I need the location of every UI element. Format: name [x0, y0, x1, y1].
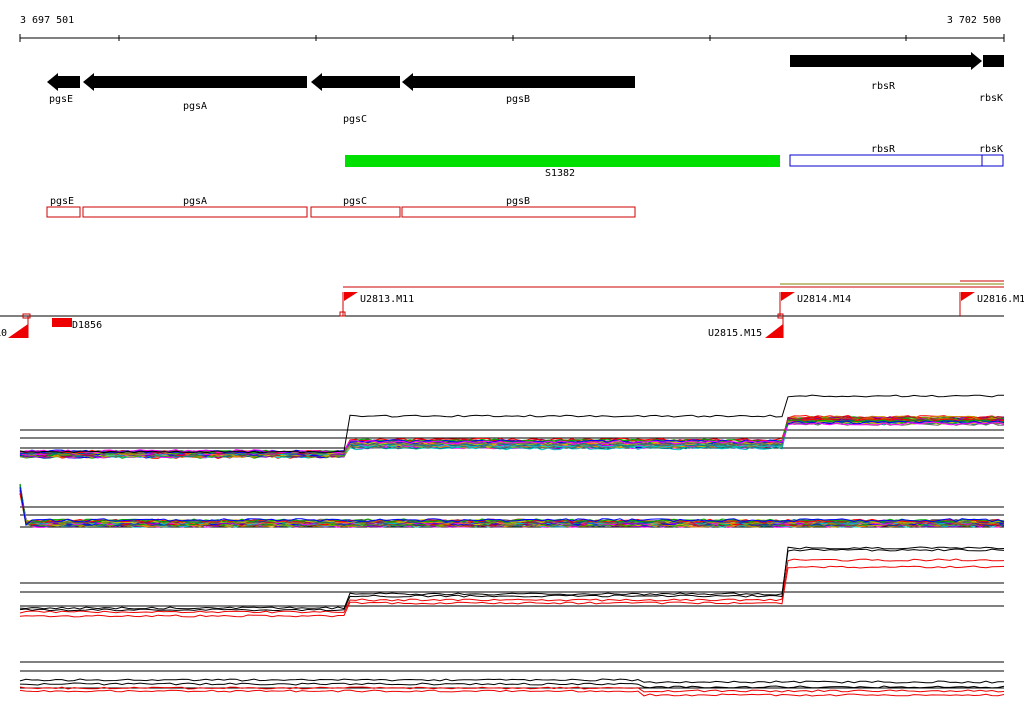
gene-label-pgsE: pgsE [49, 94, 73, 105]
coordinate-ruler: 3 697 501 3 702 500 [19, 15, 1005, 42]
expression-profile-track-3 [19, 546, 1005, 618]
profile-line [19, 546, 1005, 612]
expression-profile-track-4 [19, 661, 1005, 697]
marker-flag-u2813[interactable] [339, 292, 358, 317]
blue-box-rbsR[interactable] [789, 154, 983, 167]
profile-line [19, 486, 1005, 523]
gene-label-rbsR: rbsR [871, 81, 896, 92]
profile-line [19, 492, 1005, 524]
profile-line [19, 678, 1005, 684]
expression-profile-track-2 [19, 483, 1005, 529]
profile-line [19, 483, 1005, 526]
gene-label-pgsB: pgsB [506, 94, 530, 105]
gene-label-pgsC: pgsC [343, 114, 367, 125]
feature-bar-s1382[interactable] [345, 155, 780, 167]
ruler-end-label: 3 702 500 [947, 15, 1001, 26]
red-track: pgsE pgsA pgsC pgsB [46, 196, 636, 218]
gene-arrow-rbsR[interactable] [790, 52, 982, 70]
gene-label-rbsK: rbsK [979, 93, 1003, 104]
marker-flag-d1856[interactable] [52, 318, 72, 327]
profile-line [19, 492, 1005, 525]
marker-flag-l0[interactable] [8, 313, 31, 338]
gene-arrow-pgsC[interactable] [311, 73, 400, 91]
profile-line [19, 565, 1005, 618]
gene-arrow-pgsB[interactable] [402, 73, 635, 91]
blue-box-rbsK[interactable] [981, 154, 1004, 167]
profile-line [19, 689, 1005, 697]
profile-line [19, 483, 1005, 525]
gene-arrow-rbsK[interactable] [983, 55, 1004, 67]
red-label-pgsE: pgsE [50, 196, 74, 207]
feature-track: S1382 [345, 155, 780, 179]
marker-label-d1856: D1856 [72, 320, 102, 331]
profile-line [19, 483, 1005, 525]
red-box-pgsB[interactable] [401, 206, 636, 218]
profile-line [19, 489, 1005, 523]
marker-label-u2815: U2815.M15 [708, 328, 762, 339]
profile-line [19, 483, 1005, 524]
red-label-pgsA: pgsA [183, 196, 207, 207]
expression-profile-track-1 [19, 394, 1005, 460]
blue-label-rbsK: rbsK [979, 144, 1003, 155]
red-box-pgsE[interactable] [46, 206, 81, 218]
blue-track: rbsR rbsK [789, 144, 1004, 167]
gene-arrow-pgsA[interactable] [83, 73, 307, 91]
marker-label-l0: L0 [0, 328, 7, 339]
marker-flag-u2815[interactable] [765, 313, 784, 338]
marker-flag-u2816[interactable] [959, 292, 975, 316]
red-label-pgsC: pgsC [343, 196, 367, 207]
profile-line [19, 486, 1005, 524]
red-label-pgsB: pgsB [506, 196, 530, 207]
red-box-pgsA[interactable] [82, 206, 308, 218]
gene-label-pgsA: pgsA [183, 101, 207, 112]
marker-flag-u2814[interactable] [779, 292, 795, 316]
marker-track: U2813.M11 U2814.M14 U2816.M1 D1856 U2815… [0, 280, 1024, 339]
blue-label-rbsR: rbsR [871, 144, 896, 155]
marker-label-u2813: U2813.M11 [360, 294, 414, 305]
gene-track: pgsE pgsA pgsC pgsB rbsR rbsK [47, 52, 1004, 125]
marker-label-u2814: U2814.M14 [797, 294, 851, 305]
marker-label-u2816: U2816.M1 [977, 294, 1024, 305]
genome-browser-view: 3 697 501 3 702 500 pgsE pgsA pgsC pgsB … [0, 15, 1024, 697]
ruler-start-label: 3 697 501 [20, 15, 74, 26]
red-box-pgsC[interactable] [310, 206, 401, 218]
profile-line [19, 483, 1005, 525]
gene-arrow-pgsE[interactable] [47, 73, 80, 91]
feature-label-s1382: S1382 [545, 168, 575, 179]
